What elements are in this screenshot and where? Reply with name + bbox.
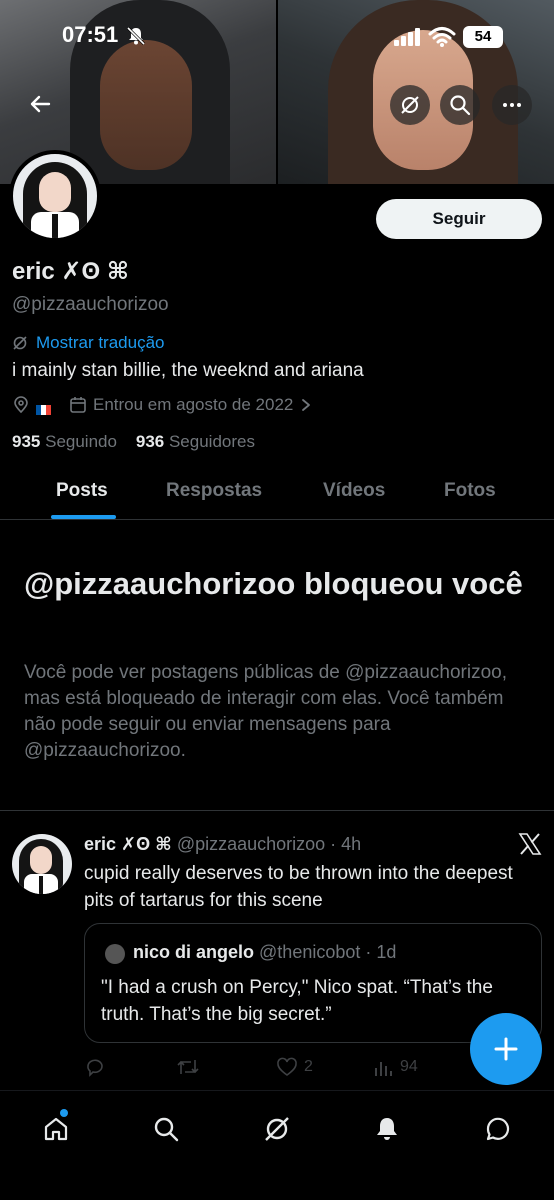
tweet-avatar[interactable] xyxy=(12,834,72,894)
quote-text: "I had a crush on Percy," Nico spat. “Th… xyxy=(101,977,493,1025)
grok-icon xyxy=(401,96,419,114)
nav-grok[interactable] xyxy=(257,1109,297,1149)
followers-link[interactable]: 936 Seguidores xyxy=(136,432,255,451)
follow-button[interactable]: Seguir xyxy=(376,199,542,239)
following-link[interactable]: 935 Seguindo xyxy=(12,432,117,451)
home-notification-dot xyxy=(60,1109,68,1117)
bell-icon xyxy=(377,1118,397,1140)
home-icon xyxy=(44,1117,68,1141)
nav-messages[interactable] xyxy=(478,1109,518,1149)
quote-meta: @thenicobot · 1d xyxy=(259,942,397,962)
x-logo-icon xyxy=(518,833,542,855)
divider xyxy=(0,810,554,811)
back-button[interactable] xyxy=(20,84,60,124)
signal-icon xyxy=(394,28,420,46)
grok-button[interactable] xyxy=(390,85,430,125)
more-button[interactable] xyxy=(492,85,532,125)
messages-icon xyxy=(486,1117,510,1141)
status-time: 07:51 xyxy=(62,22,119,47)
quote-avatar xyxy=(105,944,125,964)
nav-notifications[interactable] xyxy=(367,1109,407,1149)
heart-icon xyxy=(277,1057,297,1076)
avatar-face xyxy=(30,846,52,874)
profile-handle: @pizzaauchorizoo xyxy=(12,294,169,315)
grok-icon xyxy=(13,336,27,350)
reply-button[interactable] xyxy=(84,1056,106,1078)
nav-home[interactable] xyxy=(36,1109,76,1149)
active-tab-indicator xyxy=(51,515,116,519)
views-count: 94 xyxy=(400,1058,418,1075)
arrow-left-icon xyxy=(30,95,51,113)
joined-date: Entrou em agosto de 2022 xyxy=(93,395,294,414)
wifi-icon xyxy=(428,27,456,47)
search-icon xyxy=(450,95,471,116)
plus-icon xyxy=(494,1037,518,1061)
tab-photos[interactable]: Fotos xyxy=(444,480,496,502)
bell-off-icon xyxy=(126,26,146,46)
follow-counts: 935 Seguindo 936 Seguidores xyxy=(12,432,255,452)
reply-icon xyxy=(87,1059,103,1077)
repost-icon xyxy=(177,1060,199,1074)
chevron-right-icon[interactable] xyxy=(299,398,313,412)
profile-bio: i mainly stan billie, the weeknd and ari… xyxy=(12,360,364,381)
tweet-meta: @pizzaauchorizoo · 4h xyxy=(176,834,362,854)
avatar-tie xyxy=(39,876,43,894)
tab-posts[interactable]: Posts xyxy=(56,480,108,502)
banner-face-left xyxy=(100,40,192,170)
tweet-author-name: eric ✗ʘ ⌘ xyxy=(84,834,172,854)
search-button[interactable] xyxy=(440,85,480,125)
location-icon xyxy=(14,396,28,414)
like-count: 2 xyxy=(304,1058,313,1075)
repost-button[interactable] xyxy=(176,1056,200,1078)
blocked-text: Você pode ver postagens públicas de @piz… xyxy=(24,662,507,761)
views-button[interactable]: 94 xyxy=(372,1056,418,1078)
profile-meta: Entrou em agosto de 2022 xyxy=(12,395,313,415)
profile-tabs: Posts Respostas Vídeos Fotos xyxy=(0,462,554,520)
tweet-actions: 2 94 xyxy=(84,1056,524,1080)
search-icon xyxy=(154,1117,179,1142)
tweet-text: cupid really deserves to be thrown into … xyxy=(84,863,513,911)
compose-button[interactable] xyxy=(470,1013,542,1085)
tweet-header: eric ✗ʘ ⌘ @pizzaauchorizoo · 4h xyxy=(84,834,361,855)
flag-icon xyxy=(36,400,51,415)
status-bar: 07:51 54 xyxy=(0,22,554,52)
tab-replies[interactable]: Respostas xyxy=(166,480,262,502)
quote-author-name: nico di angelo xyxy=(133,942,255,962)
tab-videos[interactable]: Vídeos xyxy=(323,480,385,502)
battery-indicator: 54 xyxy=(463,26,503,48)
more-icon xyxy=(503,103,521,107)
blocked-title: @pizzaauchorizoo bloqueou você xyxy=(24,566,523,601)
bottom-nav xyxy=(0,1090,554,1200)
avatar-face xyxy=(39,172,71,212)
profile-name: eric ✗ʘ ⌘ xyxy=(12,258,130,285)
grok-icon xyxy=(265,1117,289,1141)
translate-link[interactable]: Mostrar tradução xyxy=(12,333,165,353)
quoted-tweet[interactable]: nico di angelo @thenicobot · 1d "I had a… xyxy=(84,923,542,1043)
translate-label: Mostrar tradução xyxy=(36,333,165,352)
like-button[interactable]: 2 xyxy=(276,1056,313,1078)
calendar-icon xyxy=(70,397,86,413)
views-icon xyxy=(375,1062,392,1076)
profile-avatar[interactable] xyxy=(9,150,101,242)
avatar-tie xyxy=(52,214,58,238)
nav-search[interactable] xyxy=(146,1109,186,1149)
quote-header: nico di angelo @thenicobot · 1d xyxy=(133,942,396,963)
